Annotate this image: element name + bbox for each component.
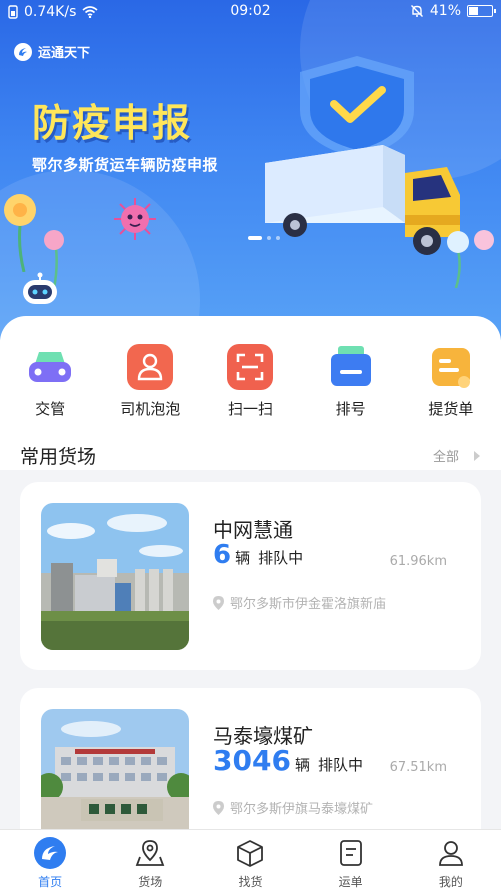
banner-subtitle: 鄂尔多斯货运车辆防疫申报 (32, 156, 219, 174)
pager-dot[interactable] (248, 236, 262, 240)
flower-decoration-icon (447, 230, 494, 288)
battery-percent: 41% (429, 3, 461, 19)
menu-item-driver-bubble[interactable]: 司机泡泡 (100, 344, 200, 419)
tab-waybill[interactable]: 运单 (301, 830, 401, 895)
clock: 09:02 (230, 3, 271, 19)
queue-info: 3046 辆 排队中 (213, 744, 363, 777)
chevron-right-icon (474, 450, 480, 461)
tab-home[interactable]: 首页 (0, 830, 100, 895)
tab-label: 运单 (338, 875, 363, 889)
location-pin-icon (213, 595, 224, 610)
car-icon (27, 344, 73, 390)
distance: 67.51km (389, 760, 447, 775)
queue-unit: 辆 (294, 756, 310, 774)
wifi-icon (82, 6, 98, 18)
user-icon (434, 836, 468, 870)
driver-icon (127, 344, 174, 390)
menu-item-bill[interactable]: 提货单 (401, 344, 501, 419)
sim-icon (8, 5, 18, 19)
home-icon (33, 836, 67, 870)
tab-label: 找货 (238, 875, 263, 889)
pager-dot[interactable] (267, 236, 271, 240)
banner-title: 防疫申报 (32, 101, 193, 145)
tab-label: 首页 (38, 875, 63, 889)
battery-level (469, 7, 478, 15)
tab-label: 货场 (138, 875, 163, 889)
bill-icon (428, 344, 474, 390)
tab-find-goods[interactable]: 找货 (200, 830, 300, 895)
brand-name: 运通天下 (38, 46, 91, 61)
waybill-icon (334, 836, 368, 870)
queue-status: 排队中 (317, 756, 363, 774)
brand-logo-icon (14, 42, 32, 61)
yard-address: 鄂尔多斯市伊金霍洛旗新庙 (213, 593, 386, 612)
robot-assistant-icon[interactable] (19, 272, 61, 308)
scan-icon (227, 344, 274, 390)
quick-menu: 交管 司机泡泡 扫一扫 排号 提货单 (0, 344, 501, 419)
tab-mine[interactable]: 我的 (401, 830, 501, 895)
menu-item-queue-number[interactable]: 排号 (301, 344, 401, 419)
network-speed: 0.74K/s (24, 4, 77, 20)
yard-address: 鄂尔多斯伊旗马泰壕煤矿 (213, 798, 373, 817)
queue-unit: 辆 (235, 549, 251, 567)
section-header: 常用货场 全部 (20, 442, 481, 469)
yard-name: 中网慧通 (213, 518, 293, 542)
pager-dot[interactable] (276, 236, 280, 240)
yard-card[interactable]: 中网慧通 6 辆 排队中 61.96km 鄂尔多斯市伊金霍洛旗新庙 (20, 482, 481, 670)
queue-count: 6 (213, 540, 232, 570)
map-pin-icon (133, 836, 167, 870)
virus-icon (114, 198, 156, 240)
queue-info: 6 辆 排队中 (213, 540, 303, 570)
menu-item-traffic[interactable]: 交管 (0, 344, 100, 419)
bottom-tab-bar: 首页 货场 找货 运单 我的 (0, 829, 501, 895)
queue-count: 3046 (213, 744, 291, 777)
box-icon (233, 836, 267, 870)
tab-label: 我的 (438, 875, 463, 889)
menu-label: 交管 (35, 400, 66, 418)
menu-label: 排号 (335, 400, 366, 418)
view-all-link[interactable]: 全部 (433, 446, 481, 465)
queue-status: 排队中 (258, 549, 304, 567)
banner[interactable]: 0.74K/s 09:02 41% 运通天下 防疫申报 鄂尔多斯货运车辆防疫申报 (0, 0, 501, 340)
address-text: 鄂尔多斯市伊金霍洛旗新庙 (230, 597, 387, 612)
distance: 61.96km (389, 554, 447, 569)
menu-label: 提货单 (428, 400, 474, 418)
section-title: 常用货场 (20, 446, 97, 468)
queue-number-icon (328, 344, 374, 390)
banner-pager[interactable] (248, 236, 280, 240)
yard-photo (41, 503, 189, 650)
menu-label: 司机泡泡 (120, 400, 181, 418)
mute-bell-icon (410, 5, 423, 17)
menu-item-scan[interactable]: 扫一扫 (200, 344, 300, 419)
menu-label: 扫一扫 (227, 400, 273, 418)
location-pin-icon (213, 800, 224, 815)
battery-icon (467, 5, 496, 17)
view-all-label: 全部 (432, 450, 459, 465)
status-bar: 0.74K/s 09:02 41% (0, 0, 501, 24)
brand: 运通天下 (14, 42, 90, 61)
address-text: 鄂尔多斯伊旗马泰壕煤矿 (230, 802, 374, 817)
tab-yards[interactable]: 货场 (100, 830, 200, 895)
